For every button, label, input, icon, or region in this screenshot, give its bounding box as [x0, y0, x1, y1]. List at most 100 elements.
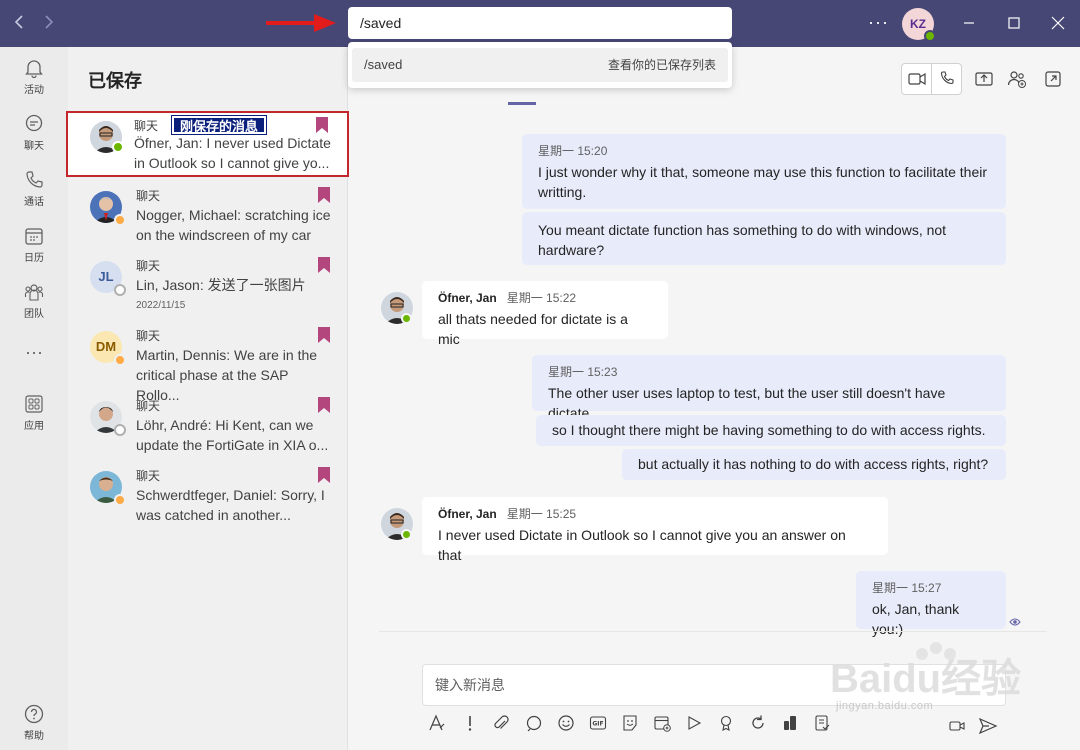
list-item[interactable]: JL 聊天 Lin, Jason: 发送了一张图片 2022/11/15	[68, 251, 348, 321]
command-description: 查看你的已保存列表	[607, 58, 716, 72]
item-text: Öfner, Jan: I never used Dictate in Outl…	[134, 135, 331, 171]
item-type: 聊天	[134, 119, 159, 133]
forward-arrow-icon[interactable]	[38, 12, 58, 32]
message-bubble-mine[interactable]: 星期一 15:23 The other user uses laptop to …	[532, 355, 1006, 421]
list-item[interactable]: DM 聊天 Martin, Dennis: We are in the crit…	[68, 321, 348, 403]
emoji-icon[interactable]	[556, 713, 576, 733]
message-meta: Öfner, Jan 星期一 15:22	[438, 289, 652, 307]
message-text: I never used Dictate in Outlook so I can…	[438, 527, 846, 563]
format-icon[interactable]	[427, 713, 447, 733]
praise-icon[interactable]	[716, 713, 736, 733]
item-date: 2022/11/15	[136, 300, 186, 311]
annotation-label: 刚保存的消息	[170, 115, 268, 135]
phone-icon	[940, 71, 954, 85]
rail-more-icon[interactable]: ···	[0, 343, 68, 365]
bell-icon	[25, 60, 43, 79]
item-text: Nogger, Michael: scratching ice on the w…	[136, 207, 331, 243]
chat-icon	[25, 114, 43, 132]
search-input[interactable]: /saved	[348, 7, 732, 39]
rail-item-activity[interactable]: 活动	[0, 57, 68, 109]
message-bubble-theirs[interactable]: Öfner, Jan 星期一 15:25 I never used Dictate…	[422, 497, 888, 563]
maximize-icon[interactable]	[1001, 10, 1027, 36]
watermark-brand: Baidu经验	[830, 657, 1021, 701]
message-time: 星期一 15:22	[506, 291, 577, 305]
message-meta: 星期一 15:27	[872, 581, 942, 595]
updates-icon[interactable]	[780, 713, 800, 733]
back-arrow-icon[interactable]	[10, 12, 30, 32]
loop-icon[interactable]	[524, 713, 544, 733]
divider	[379, 631, 1047, 632]
phone-icon	[26, 171, 43, 188]
svg-text:GIF: GIF	[592, 721, 603, 728]
add-people-icon	[1007, 71, 1026, 88]
message-text: so I thought there might be having somet…	[552, 422, 986, 438]
stream-icon[interactable]	[684, 713, 704, 733]
status-available-icon	[112, 141, 124, 153]
bookmark-icon[interactable]	[318, 467, 330, 483]
status-available-icon	[401, 529, 412, 540]
status-away-icon	[114, 494, 126, 506]
seen-eye-icon	[1009, 618, 1021, 626]
share-screen-button[interactable]	[972, 67, 996, 91]
status-offline-icon	[114, 424, 126, 436]
active-tab-indicator	[508, 102, 536, 105]
rail-item-help[interactable]: 帮助	[0, 703, 68, 750]
add-people-button[interactable]	[1005, 67, 1029, 91]
rail-item-apps[interactable]: 应用	[0, 393, 68, 445]
video-call-button[interactable]	[901, 63, 932, 95]
more-options-icon[interactable]: ···	[868, 12, 889, 32]
close-icon[interactable]	[1045, 10, 1071, 36]
status-available-icon	[924, 30, 936, 42]
important-icon[interactable]	[460, 713, 480, 733]
rail-label: 聊天	[24, 141, 44, 152]
sticker-icon[interactable]	[620, 713, 640, 733]
message-meta: Öfner, Jan 星期一 15:25	[438, 505, 872, 523]
attach-icon[interactable]	[491, 713, 511, 733]
gif-icon[interactable]: GIF	[588, 713, 608, 733]
refresh-icon[interactable]	[748, 713, 768, 733]
watermark-url: jingyan.baidu.com	[836, 700, 934, 712]
list-item[interactable]: 聊天 Löhr, André: Hi Kent, can we update t…	[68, 391, 348, 461]
rail-item-calls[interactable]: 通话	[0, 169, 68, 221]
app-rail: 活动 聊天 通话 日历 团队 ··· 应用 帮助	[0, 47, 68, 750]
list-item[interactable]: 聊天 Schwerdtfeger, Daniel: Sorry, I was c…	[68, 461, 348, 531]
baidu-watermark-logo: Baidu经验	[830, 642, 1021, 701]
item-type: 聊天	[136, 399, 161, 413]
audio-call-button[interactable]	[931, 63, 962, 95]
message-bubble-theirs[interactable]: Öfner, Jan 星期一 15:22 all thats needed for…	[422, 281, 668, 347]
status-away-icon	[114, 354, 126, 366]
bookmark-icon[interactable]	[316, 117, 328, 133]
rail-label: 活动	[24, 85, 44, 96]
message-bubble-mine[interactable]: so I thought there might be having somet…	[536, 415, 1006, 446]
status-away-icon	[114, 214, 126, 226]
bookmark-icon[interactable]	[318, 187, 330, 203]
bookmark-icon[interactable]	[318, 327, 330, 343]
share-screen-icon	[975, 72, 993, 86]
bookmark-icon[interactable]	[318, 397, 330, 413]
pop-out-button[interactable]	[1041, 67, 1065, 91]
bookmark-icon[interactable]	[318, 257, 330, 273]
list-item[interactable]: 聊天 刚保存的消息 Öfner, Jan: I never used Dicta…	[66, 111, 349, 177]
user-initials: KZ	[910, 17, 926, 31]
message-bubble-mine[interactable]: 星期一 15:27 ok, Jan, thank you:)	[856, 571, 1006, 637]
message-meta: 星期一 15:20	[538, 144, 608, 158]
message-bubble-mine[interactable]: 星期一 15:20 I just wonder why it that, som…	[522, 134, 1006, 209]
message-text: I just wonder why it that, someone may u…	[538, 164, 987, 200]
message-bubble-mine[interactable]: You meant dictate function has something…	[522, 212, 1006, 265]
item-text: Löhr, André: Hi Kent, can we update the …	[136, 417, 329, 453]
user-avatar[interactable]: KZ	[902, 8, 936, 42]
pop-out-icon	[1045, 71, 1061, 87]
status-available-icon	[401, 313, 412, 324]
list-item[interactable]: 聊天 Nogger, Michael: scratching ice on th…	[68, 181, 348, 251]
rail-item-teams[interactable]: 团队	[0, 281, 68, 333]
minimize-icon[interactable]	[956, 10, 982, 36]
rail-label: 应用	[24, 421, 44, 432]
rail-item-calendar[interactable]: 日历	[0, 225, 68, 277]
rail-item-chat[interactable]: 聊天	[0, 113, 68, 165]
message-author: Öfner, Jan	[438, 507, 497, 521]
command-suggestion-saved[interactable]: /saved 查看你的已保存列表	[352, 48, 728, 82]
message-bubble-mine[interactable]: but actually it has nothing to do with a…	[622, 449, 1006, 480]
page-title: 已保存	[88, 71, 142, 91]
schedule-meeting-icon[interactable]	[652, 713, 672, 733]
teams-icon	[24, 284, 44, 301]
